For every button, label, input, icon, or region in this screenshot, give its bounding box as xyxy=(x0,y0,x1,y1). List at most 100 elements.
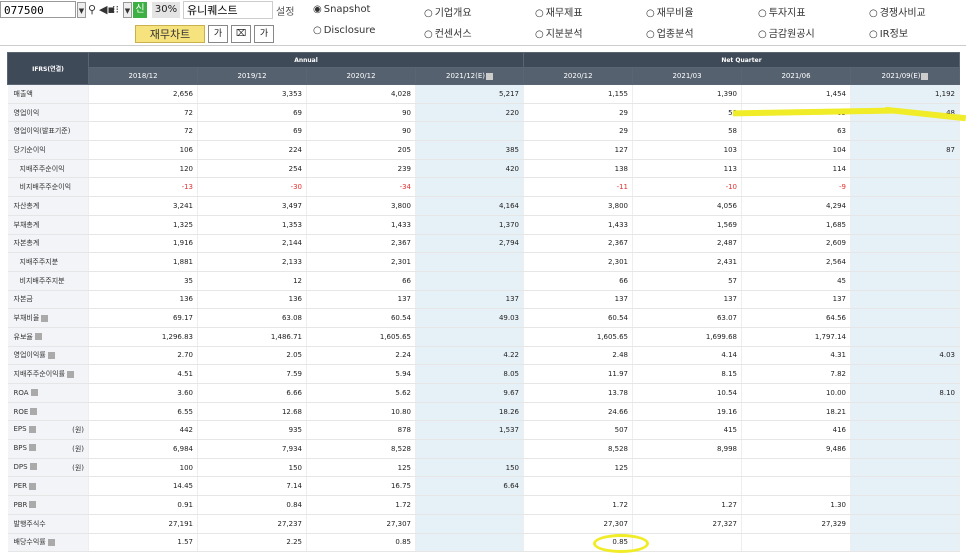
table-cell: 254 xyxy=(197,159,307,179)
table-cell: 1,370 xyxy=(415,215,524,235)
table-cell xyxy=(850,533,960,553)
table-cell: 7.59 xyxy=(197,364,307,384)
zoom-level[interactable]: 30% xyxy=(152,2,180,18)
table-cell: 1.72 xyxy=(306,495,416,515)
table-cell: 3,241 xyxy=(88,196,198,216)
row-label-text: 지배주주순이익률 xyxy=(13,370,66,379)
radio-icon[interactable]: ○ xyxy=(313,25,322,36)
estimate-info-icon[interactable] xyxy=(485,72,493,80)
list-dropdown-button[interactable]: ▼ xyxy=(123,2,132,18)
row-label: 자본총계 xyxy=(7,234,89,254)
menu-option-1[interactable]: ◉ Snapshot xyxy=(313,4,370,15)
row-label-text: 비지배주주순이익 xyxy=(19,183,72,192)
code-dropdown-button[interactable]: ▼ xyxy=(77,2,86,18)
table-cell xyxy=(850,420,960,441)
table-row: 영업이익(발표기준) 72 69 90 29 58 63 xyxy=(7,121,960,142)
row-label: 영업이익 xyxy=(7,103,89,123)
radio-icon[interactable]: ○ xyxy=(758,8,767,19)
table-cell: 90 xyxy=(306,103,416,123)
font-larger-button[interactable]: 가 xyxy=(208,25,228,43)
menu-option-5[interactable]: ○ 투자지표 xyxy=(758,4,806,19)
help-icon[interactable] xyxy=(29,501,37,509)
financial-chart-button[interactable]: 재무차트 xyxy=(135,25,205,43)
font-smaller-button[interactable]: 가 xyxy=(254,25,274,43)
fit-button[interactable]: ⌧ xyxy=(231,25,251,43)
table-cell: -10 xyxy=(632,177,742,198)
radio-icon[interactable]: ○ xyxy=(424,29,433,40)
radio-icon[interactable]: ○ xyxy=(869,8,878,19)
menu-option-6[interactable]: ○ 경쟁사비교 xyxy=(869,4,926,19)
table-cell xyxy=(850,121,960,142)
row-label-text: DPS xyxy=(13,462,28,471)
table-cell xyxy=(415,121,524,142)
menu-option-label: 컨센서스 xyxy=(434,29,472,40)
menu-option-8[interactable]: ○ 컨센서스 xyxy=(424,25,472,40)
new-button[interactable]: 신 xyxy=(133,2,147,18)
table-cell: 2.24 xyxy=(306,346,416,366)
help-icon[interactable] xyxy=(47,351,55,359)
help-icon[interactable] xyxy=(67,370,75,378)
period-header: 2021/09(E) xyxy=(850,67,960,85)
company-name-field[interactable]: 유니퀘스트 xyxy=(183,1,273,19)
financial-summary-table: IFRS(연결) Annual Net Quarter 2018/12 2019/… xyxy=(7,52,960,553)
row-label: 매출액 xyxy=(7,84,89,104)
menu-option-3[interactable]: ○ 재무제표 xyxy=(535,4,583,19)
row-label: 부채총계 xyxy=(7,215,89,235)
menu-option-12[interactable]: ○ IR정보 xyxy=(869,25,908,40)
menu-option-10[interactable]: ○ 업종분석 xyxy=(646,25,694,40)
table-cell: 8,998 xyxy=(632,439,742,459)
help-icon[interactable] xyxy=(28,444,36,452)
help-icon[interactable] xyxy=(29,463,37,471)
settings-link[interactable]: 설정 xyxy=(276,3,294,18)
table-cell xyxy=(850,215,960,235)
table-cell: 1,433 xyxy=(523,215,633,235)
radio-icon[interactable]: ○ xyxy=(758,29,767,40)
table-cell: 7.82 xyxy=(741,364,851,384)
radio-icon[interactable]: ○ xyxy=(869,29,878,40)
menu-option-11[interactable]: ○ 금감원공시 xyxy=(758,25,815,40)
menu-option-9[interactable]: ○ 지분분석 xyxy=(535,25,583,40)
ifrs-header: IFRS(연결) xyxy=(7,52,89,85)
table-cell: 90 xyxy=(306,121,416,142)
table-cell xyxy=(850,196,960,216)
table-cell xyxy=(741,476,851,497)
menu-option-4[interactable]: ○ 재무비율 xyxy=(646,4,694,19)
help-icon[interactable] xyxy=(28,425,36,433)
help-icon[interactable] xyxy=(30,408,38,416)
table-cell xyxy=(850,271,960,291)
menu-option-7[interactable]: ○ Disclosure xyxy=(313,25,375,36)
radio-icon[interactable]: ○ xyxy=(535,8,544,19)
table-cell: 13.78 xyxy=(523,383,633,403)
table-cell: 1,685 xyxy=(741,215,851,235)
table-cell: 0.91 xyxy=(88,495,198,515)
help-icon[interactable] xyxy=(47,538,55,546)
table-cell: 27,327 xyxy=(632,514,742,534)
table-cell: 385 xyxy=(415,140,524,160)
table-cell: 7,934 xyxy=(197,439,307,459)
help-icon[interactable] xyxy=(29,482,37,490)
table-cell xyxy=(850,252,960,272)
toolbar-divider xyxy=(0,45,966,46)
table-cell: -11 xyxy=(523,177,633,198)
table-cell: 27,329 xyxy=(741,514,851,534)
list-icon[interactable]: ⁝⁝ xyxy=(112,2,119,18)
help-icon[interactable] xyxy=(34,333,42,341)
estimate-info-icon[interactable] xyxy=(921,72,929,80)
radio-icon[interactable]: ○ xyxy=(646,29,655,40)
radio-icon[interactable]: ◉ xyxy=(313,4,322,15)
row-label: 당기순이익 xyxy=(7,140,89,160)
search-icon[interactable]: ⚲ xyxy=(88,2,96,18)
menu-option-2[interactable]: ○ 기업개요 xyxy=(424,4,472,19)
table-cell xyxy=(415,514,524,534)
menu-option-label: 투자지표 xyxy=(768,8,806,19)
stock-code-input[interactable]: 077500 xyxy=(0,1,76,18)
help-icon[interactable] xyxy=(30,389,38,397)
radio-icon[interactable]: ○ xyxy=(535,29,544,40)
table-cell: 60.54 xyxy=(523,308,633,328)
radio-icon[interactable]: ○ xyxy=(646,8,655,19)
table-cell xyxy=(850,476,960,497)
row-label-text: ROE xyxy=(13,407,29,416)
table-cell xyxy=(415,327,524,347)
help-icon[interactable] xyxy=(41,314,49,322)
radio-icon[interactable]: ○ xyxy=(424,8,433,19)
